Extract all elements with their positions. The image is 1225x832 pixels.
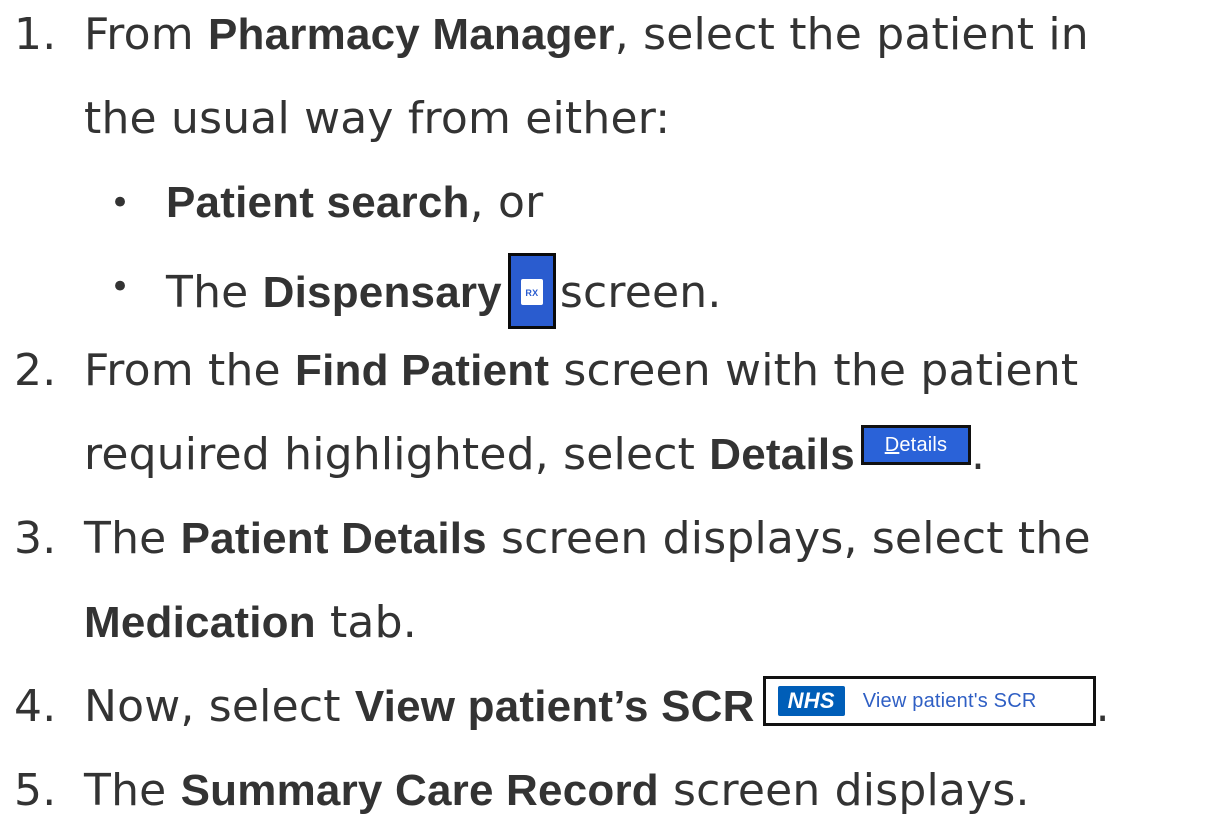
bullet-marker: • (110, 267, 131, 307)
step-1-post: , select the patient in (614, 9, 1089, 60)
bullet-marker: • (110, 183, 131, 223)
bullet-2-text: The Dispensary RX screen. (166, 253, 722, 333)
step-1-number: 1. (14, 9, 57, 60)
details-button-label: etails (899, 434, 948, 456)
details-button-mnemonic: D (884, 434, 900, 456)
step-2-post: screen with the patient (549, 345, 1079, 396)
step-4-period: . (1095, 681, 1110, 732)
details-term: Details (709, 430, 855, 479)
step-5-number: 5. (14, 765, 57, 816)
step-3-post: screen displays, select the (486, 513, 1091, 564)
find-patient-term: Find Patient (295, 346, 550, 395)
step-4-number: 4. (14, 681, 57, 732)
medication-term: Medication (84, 598, 316, 647)
step-5-text: The Summary Care Record screen displays. (84, 761, 1030, 821)
step-3-text: The Patient Details screen displays, sel… (84, 509, 1091, 569)
details-button[interactable]: Details (860, 425, 971, 465)
step-3-cont-post: tab. (315, 597, 417, 648)
dispensary-term: Dispensary (262, 268, 502, 317)
step-1-pre: From (84, 9, 208, 60)
step-2-pre: From the (84, 345, 295, 396)
pharmacy-manager-term: Pharmacy Manager (208, 10, 615, 59)
step-2-period: . (970, 429, 986, 480)
bullet-1-post: , or (469, 177, 544, 228)
summary-care-record-term: Summary Care Record (180, 766, 659, 815)
step-5-pre: The (84, 765, 181, 816)
step-2-number: 2. (14, 345, 57, 396)
step-3-continuation: Medication tab. (84, 593, 417, 653)
patient-details-term: Patient Details (180, 514, 487, 563)
step-1-continuation: the usual way from either: (84, 93, 671, 144)
step-2-text: From the Find Patient screen with the pa… (84, 341, 1078, 401)
step-2-continuation: required highlighted, select Details Deta… (84, 425, 985, 485)
view-scr-button-label: View patient's SCR (862, 690, 1037, 712)
step-5-post: screen displays. (658, 765, 1030, 816)
view-scr-term: View patient’s SCR (354, 682, 755, 731)
step-3-number: 3. (14, 513, 57, 564)
step-3-pre: The (84, 513, 181, 564)
bullet-1-text: Patient search, or (166, 173, 543, 233)
step-1-text: From Pharmacy Manager, select the patien… (84, 5, 1089, 65)
nhs-logo-icon: NHS (777, 686, 845, 716)
view-patient-scr-button[interactable]: NHS View patient's SCR (762, 676, 1096, 726)
patient-search-term: Patient search (166, 178, 470, 227)
rx-document-icon[interactable]: RX (507, 253, 556, 329)
bullet-2-post: screen. (559, 267, 722, 318)
step-4-pre: Now, select (84, 681, 355, 732)
rx-icon-label: RX (520, 279, 543, 305)
bullet-2-pre: The (166, 267, 263, 318)
step-2-cont-pre: required highlighted, select (84, 429, 710, 480)
step-4-text: Now, select View patient’s SCR NHS View pa… (84, 676, 1110, 737)
